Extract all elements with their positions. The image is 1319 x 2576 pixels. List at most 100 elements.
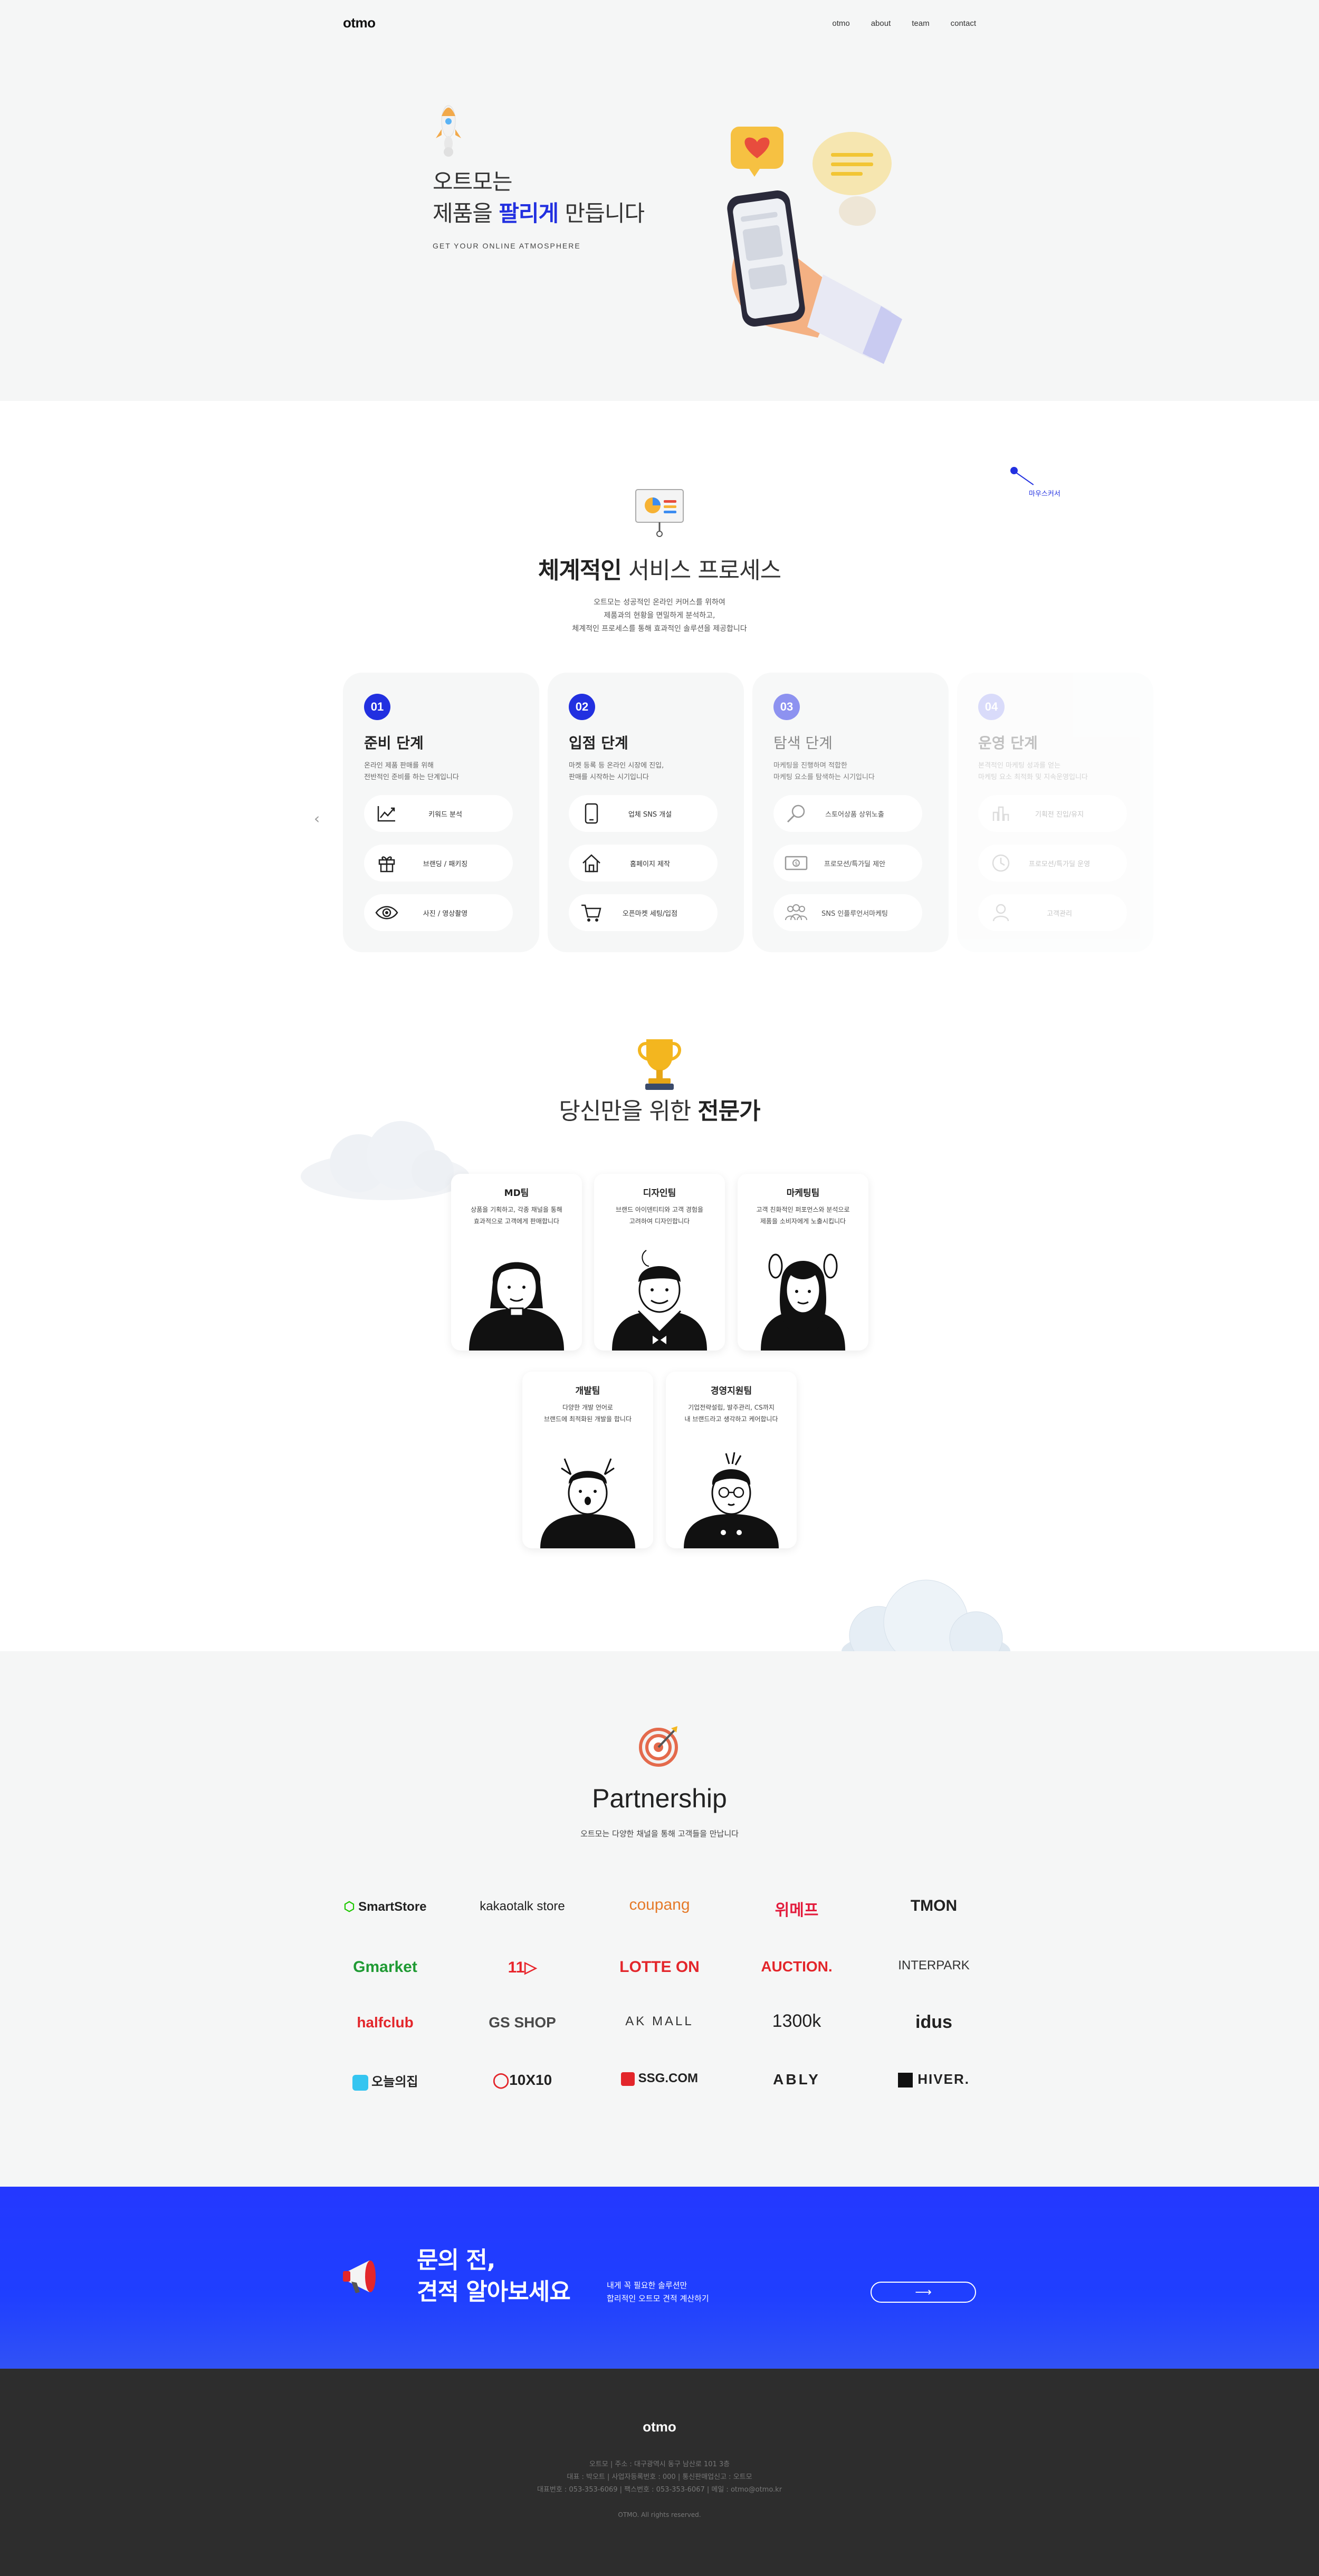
step-desc-line: 마켓 등록 등 온라인 시장에 진입, — [569, 762, 664, 770]
step-desc-line: 마케팅 요소를 탐색하는 시기입니다 — [773, 773, 875, 781]
cart-icon — [579, 901, 604, 925]
nav-about[interactable]: about — [871, 19, 891, 28]
team-desc-line: 브랜드 아이덴티티와 고객 경험을 — [615, 1206, 703, 1213]
partner-lotteon[interactable]: LOTTE ON — [591, 1958, 728, 1976]
partner-coupang[interactable]: coupang — [591, 1896, 728, 1914]
step-number: 03 — [773, 694, 800, 720]
partner-wemakeprice[interactable]: 위메프 — [728, 1897, 865, 1920]
step-item[interactable]: 스토어상품 상위노출 — [773, 795, 922, 832]
step-item[interactable]: 오픈마켓 세팅/입점 — [569, 894, 718, 931]
step-item[interactable]: 브랜딩 / 패키징 — [364, 845, 513, 882]
step-item[interactable]: 프로모션/특가딜 운영 — [978, 845, 1127, 882]
nav-otmo[interactable]: otmo — [832, 19, 849, 28]
partner-idus[interactable]: idus — [865, 2012, 1002, 2033]
partner-interpark[interactable]: INTERPARK — [865, 1958, 1002, 1973]
step-item[interactable]: 키워드 분석 — [364, 795, 513, 832]
phone-icon — [579, 801, 604, 826]
partner-ssg[interactable]: SSG.COM — [591, 2071, 728, 2086]
md-team-illustration — [469, 1262, 564, 1351]
ssg-icon — [620, 2072, 635, 2086]
partner-hiver[interactable]: HIVER. — [865, 2071, 1002, 2088]
step-item-label: 기획전 진입/유지 — [1035, 810, 1084, 819]
design-team-illustration — [612, 1250, 707, 1351]
nav-team[interactable]: team — [912, 19, 929, 28]
step-item[interactable]: 기획전 진입/유지 — [978, 795, 1127, 832]
step-item[interactable]: 업체 SNS 개설 — [569, 795, 718, 832]
partner-tmon[interactable]: TMON — [865, 1897, 1002, 1915]
step-number: 01 — [364, 694, 390, 720]
team-name: 경영지원팀 — [710, 1386, 752, 1396]
team-name: 마케팅팀 — [786, 1188, 820, 1199]
hero-title-pre: 제품을 — [433, 200, 499, 226]
team-desc-line: 효과적으로 고객에게 판매합니다 — [473, 1218, 560, 1225]
step-items: 업체 SNS 개설 홈페이지 제작 오픈마켓 세팅/입점 — [569, 795, 723, 931]
hero-title-accent: 팔리게 — [499, 200, 559, 226]
process-card-operate[interactable]: 04 운영 단계 본격적인 마케팅 성과를 얻는 마케팅 요소 최적화 및 지속운… — [957, 673, 1153, 952]
partner-kakaotalk[interactable]: kakaotalk store — [454, 1899, 591, 1914]
step-item[interactable]: SNS 인플루언서마케팅 — [773, 894, 922, 931]
gift-icon — [375, 851, 399, 875]
partner-ohouse[interactable]: 오늘의집 — [317, 2071, 454, 2091]
site-footer: otmo 오트모 | 주소 : 대구광역시 동구 남산로 101 3층 대표 :… — [0, 2369, 1319, 2576]
step-item[interactable]: 고객관리 — [978, 894, 1127, 931]
mouse-cursor-label: 마우스커서 — [1029, 490, 1060, 498]
hero-title-line1: 오트모는 — [433, 169, 513, 195]
cta-desc-line: 합리적인 오트모 견적 계산하기 — [607, 2294, 709, 2303]
step-item-label: 키워드 분석 — [428, 810, 462, 819]
team-desc-line: 고객 친화적인 퍼포먼스와 분석으로 — [756, 1206, 850, 1213]
process-title-bold: 체계적인 — [538, 557, 622, 584]
step-item-label: 업체 SNS 개설 — [628, 810, 672, 819]
step-item[interactable]: $ 프로모션/특가딜 제안 — [773, 845, 922, 882]
cta-title-line1: 문의 전, — [417, 2247, 495, 2274]
hiver-icon — [898, 2073, 913, 2088]
step-desc-line: 본격적인 마케팅 성과를 얻는 — [978, 762, 1060, 770]
partner-11st[interactable]: 11▷ — [454, 1958, 591, 1977]
team-desc: 기업전략설립, 발주관리, CS까지 내 브랜드라고 생각하고 케어합니다 — [666, 1402, 797, 1425]
partnership-title: Partnership — [592, 1784, 727, 1813]
carousel-prev-button[interactable]: ‹ — [314, 810, 320, 827]
team-card-marketing[interactable]: 마케팅팀 고객 친화적인 퍼포먼스와 분석으로제품을 소비자에게 노출시킵니다 — [738, 1174, 868, 1351]
cta-section: 문의 전, 견적 알아보세요 내게 꼭 필요한 솔루션만 합리적인 오트모 견적… — [0, 2187, 1319, 2369]
experts-title-bold: 전문가 — [697, 1098, 760, 1125]
process-card-prepare[interactable]: 01 준비 단계 온라인 제품 판매를 위해 전반적인 준비를 하는 단계입니다 … — [343, 673, 539, 952]
step-title: 준비 단계 — [364, 734, 424, 752]
step-item-label: 사진 / 영상촬영 — [423, 909, 468, 918]
step-desc: 마켓 등록 등 온라인 시장에 진입, 판매를 시작하는 시기입니다 — [569, 760, 723, 783]
nav-contact[interactable]: contact — [951, 19, 976, 28]
footer-info-line: 오트모 | 주소 : 대구광역시 동구 남산로 101 3층 — [589, 2460, 730, 2468]
team-card-dev[interactable]: 개발팀 다양한 개발 언어로 브랜드에 최적화된 개발을 합니다 — [522, 1372, 653, 1548]
step-title: 입점 단계 — [569, 734, 628, 752]
team-desc: 고객 친화적인 퍼포먼스와 분석으로제품을 소비자에게 노출시킵니다 — [738, 1204, 868, 1227]
partnership-desc: 오트모는 다양한 채널을 통해 고객들을 만납니다 — [580, 1829, 739, 1838]
team-card-md[interactable]: MD팀 상품을 기획하고, 각종 채널을 통해 효과적으로 고객에게 판매합니다 — [451, 1174, 582, 1351]
brand-label: SmartStore — [358, 1900, 427, 1914]
hero-title: 오트모는 제품을 팔리게 만듭니다 — [433, 166, 645, 229]
footer-logo[interactable]: otmo — [0, 2419, 1319, 2435]
partner-auction[interactable]: AUCTION. — [728, 1958, 865, 1975]
step-item-label: 오픈마켓 세팅/입점 — [622, 909, 678, 918]
partner-halfclub[interactable]: halfclub — [317, 2014, 454, 2031]
partner-gmarket[interactable]: Gmarket — [317, 1958, 454, 1976]
cta-desc: 내게 꼭 필요한 솔루션만 합리적인 오트모 견적 계산하기 — [607, 2279, 709, 2305]
partner-akmall[interactable]: AK MALL — [591, 2014, 728, 2029]
experts-title: 당신만을 위한 전문가 — [0, 1092, 1319, 1126]
step-desc-line: 판매를 시작하는 시기입니다 — [569, 773, 649, 781]
step-item[interactable]: 사진 / 영상촬영 — [364, 894, 513, 931]
header-logo[interactable]: otmo — [343, 15, 376, 31]
team-desc-line: 브랜드에 최적화된 개발을 합니다 — [543, 1415, 632, 1423]
process-card-explore[interactable]: 03 탐색 단계 마케팅을 진행하며 적합한 마케팅 요소를 탐색하는 시기입니다… — [752, 673, 949, 952]
partner-gsshop[interactable]: GS SHOP — [454, 2014, 591, 2031]
process-card-entry[interactable]: 02 입점 단계 마켓 등록 등 온라인 시장에 진입, 판매를 시작하는 시기입… — [548, 673, 744, 952]
clock-icon — [989, 851, 1013, 875]
team-card-design[interactable]: 디자인팀 브랜드 아이덴티티와 고객 경험을 고려하여 디자인합니다 — [594, 1174, 725, 1351]
step-item[interactable]: 홈페이지 제작 — [569, 845, 718, 882]
team-card-management[interactable]: 경영지원팀 기업전략설립, 발주관리, CS까지 내 브랜드라고 생각하고 케어합… — [666, 1372, 797, 1548]
partner-ably[interactable]: ABLY — [728, 2071, 865, 2088]
brand-label: 10X10 — [509, 2072, 552, 2088]
people-icon — [784, 901, 808, 925]
partner-10x10[interactable]: ◯10X10 — [454, 2071, 591, 2089]
estimate-button[interactable]: ⟶ — [871, 2282, 976, 2303]
partner-1300k[interactable]: 1300k — [728, 2011, 865, 2032]
team-desc-line: 제품을 소비자에게 노출시킵니다 — [760, 1218, 846, 1225]
partner-smartstore[interactable]: ⬡ SmartStore — [317, 1899, 454, 1914]
